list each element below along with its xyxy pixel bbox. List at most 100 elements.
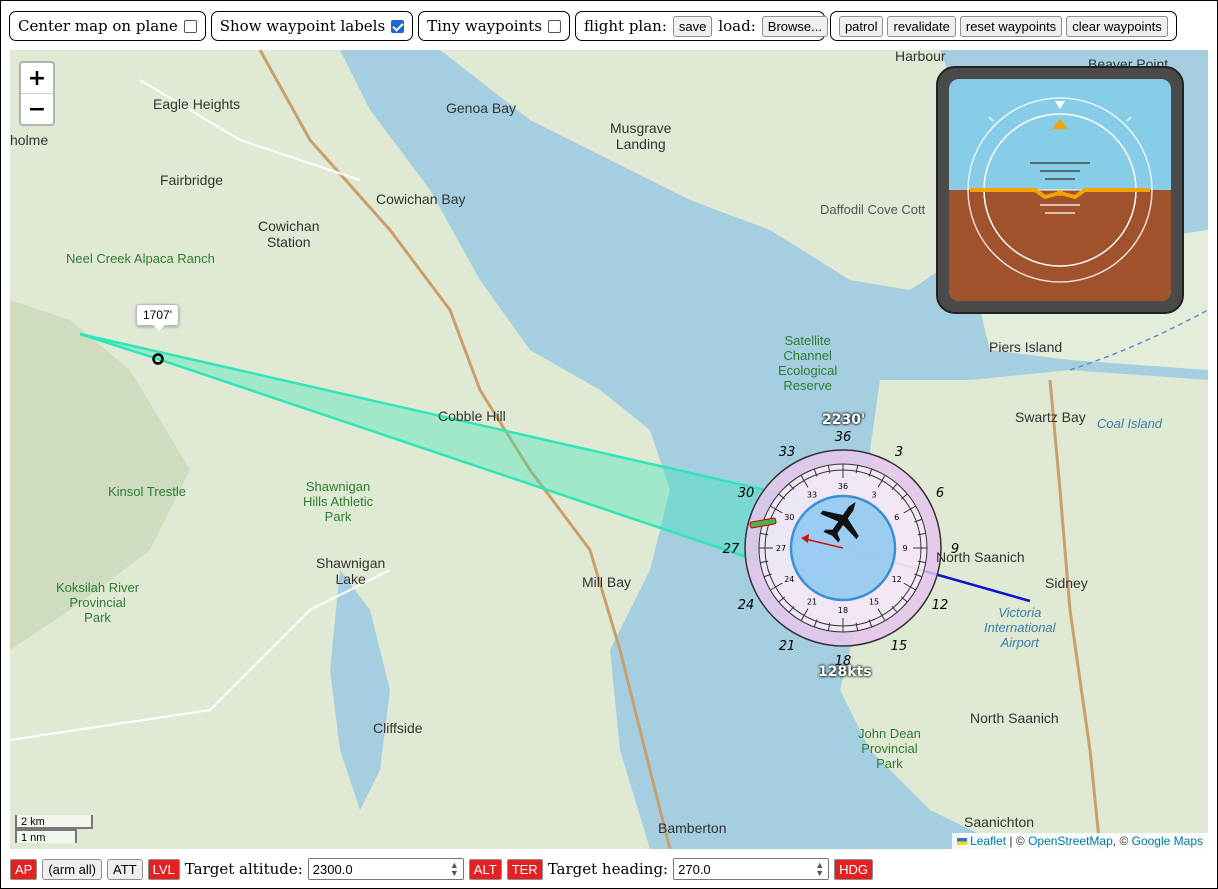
ter-button[interactable]: TER	[506, 858, 543, 880]
place-label-north-saanich: North Saanich	[936, 549, 1025, 565]
alt-button[interactable]: ALT	[468, 858, 502, 880]
attribution-sep-2: , ©	[1112, 834, 1132, 848]
compass-inner-label: 6	[894, 513, 899, 522]
compass-inner-label: 18	[838, 606, 848, 615]
place-label-eagle-heights: Eagle Heights	[153, 96, 241, 112]
compass-inner-label: 33	[807, 490, 817, 499]
waypoint-label: 1707'	[136, 304, 179, 331]
save-button[interactable]: save	[672, 15, 713, 37]
place-label-swartz-bay: Swartz Bay	[1015, 409, 1086, 425]
tiny-waypoints-checkbox[interactable]	[547, 19, 561, 33]
place-label-neel-creek: Neel Creek Alpaca Ranch	[66, 251, 215, 266]
salt-spring-island	[440, 50, 970, 290]
compass-outer-label: 24	[738, 598, 755, 613]
map-attribution: Leaflet | © OpenStreetMap, © Google Maps	[951, 833, 1208, 849]
place-label-coal-island: Coal Island	[1097, 416, 1163, 431]
center-map-checkbox[interactable]	[183, 19, 197, 33]
compass-inner-label: 3	[871, 490, 876, 499]
speed-readout: 128kts	[818, 664, 872, 680]
compass-inner-label: 12	[892, 575, 902, 584]
place-label-shawnigan-lake: Shawnigan Lake	[316, 555, 386, 587]
place-label-genoa-bay: Genoa Bay	[446, 100, 517, 116]
flight-plan-group: flight plan: save load: Browse...	[574, 11, 828, 41]
place-label-mill-bay: Mill Bay	[582, 574, 632, 590]
show-labels-group[interactable]: Show waypoint labels	[210, 11, 414, 41]
compass-outer-label: 6	[936, 486, 944, 501]
google-maps-link[interactable]: Google Maps	[1132, 834, 1203, 848]
browse-button[interactable]: Browse...	[761, 15, 828, 37]
place-label-kinsol-trestle: Kinsol Trestle	[108, 484, 187, 499]
flag-icon	[956, 838, 967, 846]
saanich-inlet	[730, 690, 810, 849]
toolbar: Center map on plane Show waypoint labels…	[9, 11, 1177, 43]
place-label-victoria-airport: Victoria International Airport	[984, 605, 1056, 650]
compass-inner-label: 15	[869, 598, 879, 607]
compass-outer-label: 15	[891, 639, 908, 654]
place-label-piers-island: Piers Island	[989, 339, 1063, 355]
compass-inner-label: 27	[776, 544, 786, 553]
leaflet-link[interactable]: Leaflet	[970, 834, 1006, 848]
place-label-musgrave-landing: Musgrave Landing	[610, 120, 672, 152]
compass-inner-label: 36	[838, 482, 848, 491]
ap-button[interactable]: AP	[10, 858, 38, 880]
place-label-shawnigan-hills: Shawnigan Hills Athletic Park	[303, 479, 374, 524]
compass-inner-label: 9	[902, 544, 907, 553]
place-label-cobble-hill: Cobble Hill	[438, 408, 506, 424]
revalidate-button[interactable]: revalidate	[887, 15, 956, 37]
center-map-label: Center map on plane	[18, 17, 178, 35]
map[interactable]: 36 3 6 9 12 15 18 21 24 27 30 33 36 3 6 9 12 15 18 21 24 27 3…	[10, 50, 1208, 849]
zoom-out-button[interactable]: −	[21, 94, 53, 124]
compass-outer-label: 36	[835, 430, 852, 445]
target-altitude-value: 2300.0	[312, 861, 353, 877]
spinner-icon[interactable]: ▲ ▼	[815, 861, 824, 878]
place-label-satellite-channel: Satellite Channel Ecological Reserve	[778, 333, 838, 393]
compass-inner-label: 30	[784, 513, 794, 522]
place-label-fairbridge: Fairbridge	[160, 172, 224, 188]
tiny-waypoints-label: Tiny waypoints	[427, 17, 542, 35]
compass-inner-label: 21	[807, 598, 817, 607]
tiny-waypoints-group[interactable]: Tiny waypoints	[418, 11, 570, 41]
zoom-control: + −	[19, 61, 55, 126]
show-labels-checkbox[interactable]	[391, 19, 405, 33]
lvl-button[interactable]: LVL	[147, 858, 180, 880]
target-heading-value: 270.0	[678, 861, 711, 877]
arm-all-button[interactable]: (arm all)	[42, 858, 103, 880]
autopilot-bar: AP (arm all) ATT LVL Target altitude: 23…	[10, 857, 874, 881]
hdg-button[interactable]: HDG	[834, 858, 874, 880]
place-label-bamberton: Bamberton	[658, 820, 727, 836]
osm-link[interactable]: OpenStreetMap	[1028, 834, 1113, 848]
compass-outer-label: 27	[723, 542, 740, 557]
place-label-cowichan-station: Cowichan Station	[258, 218, 320, 250]
target-altitude-input[interactable]: 2300.0 ▲ ▼	[307, 858, 464, 880]
att-button[interactable]: ATT	[107, 858, 143, 880]
scale-bar: 2 km 1 nm	[15, 815, 93, 844]
target-heading-input[interactable]: 270.0 ▲ ▼	[673, 858, 830, 880]
reset-waypoints-button[interactable]: reset waypoints	[959, 15, 1063, 37]
spinner-icon[interactable]: ▲ ▼	[450, 861, 459, 878]
place-label-cowichan-bay: Cowichan Bay	[376, 191, 466, 207]
place-label-sidney: Sidney	[1045, 575, 1088, 591]
target-heading-label: Target heading:	[547, 860, 669, 878]
place-label-north-saanich-2: North Saanich	[970, 710, 1059, 726]
flight-plan-label: flight plan:	[583, 17, 667, 35]
place-label-john-dean: John Dean Provincial Park	[858, 726, 921, 771]
load-label: load:	[718, 17, 756, 35]
compass-inner-label: 24	[784, 575, 794, 584]
center-map-group[interactable]: Center map on plane	[9, 11, 206, 41]
place-label-harbour: Harbour	[895, 50, 946, 64]
place-label-holme: holme	[10, 132, 49, 148]
waypoint-actions-group: patrol revalidate reset waypoints clear …	[829, 11, 1177, 41]
compass-outer-label: 30	[738, 486, 755, 501]
clear-waypoints-button[interactable]: clear waypoints	[1066, 15, 1168, 37]
altitude-readout: 2230'	[822, 412, 866, 428]
attribution-sep: | ©	[1006, 834, 1029, 848]
place-label-cliffside: Cliffside	[373, 720, 423, 736]
target-altitude-label: Target altitude:	[184, 860, 303, 878]
compass-outer-label: 21	[779, 639, 796, 654]
place-label-koksilah: Koksilah River Provincial Park	[56, 580, 140, 625]
patrol-button[interactable]: patrol	[838, 15, 884, 37]
attitude-indicator	[936, 66, 1184, 314]
zoom-in-button[interactable]: +	[21, 63, 53, 94]
compass-outer-label: 33	[779, 445, 796, 460]
place-label-daffodil: Daffodil Cove Cott	[820, 202, 926, 217]
